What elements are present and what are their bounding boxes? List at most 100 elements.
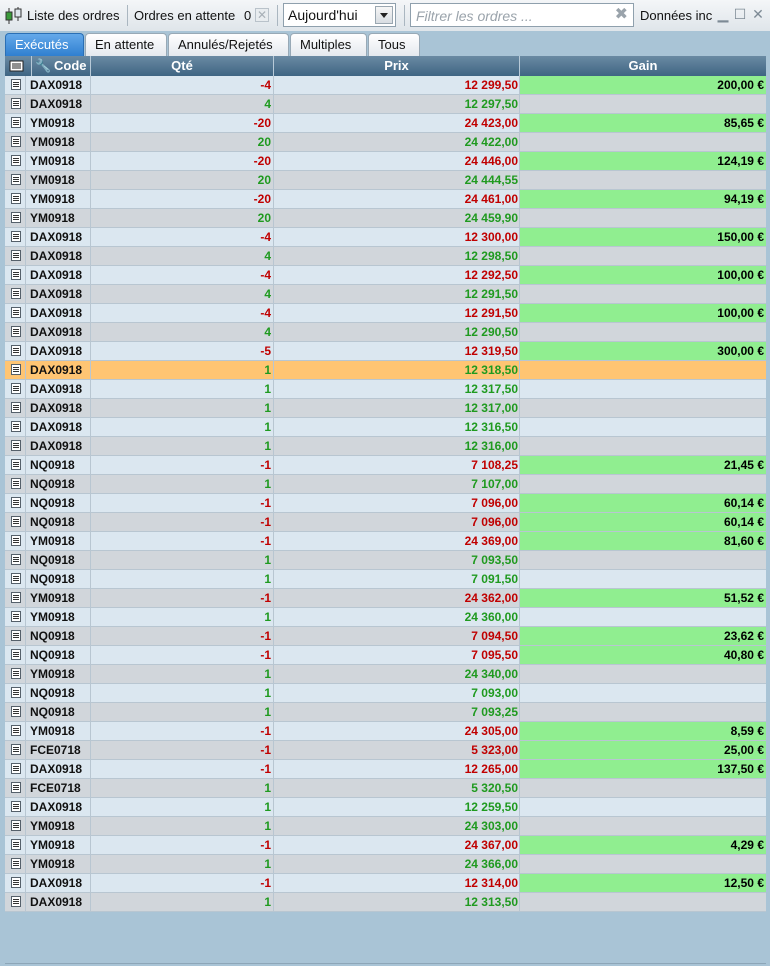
order-details-icon[interactable]: [5, 760, 26, 778]
table-row[interactable]: DAX0918 1 12 318,50: [5, 361, 766, 380]
order-details-icon[interactable]: [5, 114, 26, 132]
order-details-icon[interactable]: [5, 494, 26, 512]
date-filter-select[interactable]: Aujourd'hui: [283, 3, 396, 27]
table-row[interactable]: YM0918 -20 24 461,00 94,19 €: [5, 190, 766, 209]
table-row[interactable]: YM0918 -1 24 305,00 8,59 €: [5, 722, 766, 741]
table-row[interactable]: DAX0918 1 12 317,00: [5, 399, 766, 418]
order-details-icon[interactable]: [5, 551, 26, 569]
cancel-pending-icon[interactable]: ✕: [255, 8, 269, 22]
table-row[interactable]: NQ0918 -1 7 095,50 40,80 €: [5, 646, 766, 665]
column-header-code[interactable]: 🔧 Code: [32, 56, 91, 76]
order-details-icon[interactable]: [5, 893, 26, 911]
table-row[interactable]: YM0918 -20 24 423,00 85,65 €: [5, 114, 766, 133]
table-row[interactable]: DAX0918 -1 12 314,00 12,50 €: [5, 874, 766, 893]
table-row[interactable]: NQ0918 1 7 093,25: [5, 703, 766, 722]
close-icon[interactable]: ✕: [751, 7, 765, 21]
clear-icon[interactable]: ✖: [615, 5, 628, 25]
order-details-icon[interactable]: [5, 475, 26, 493]
table-row[interactable]: NQ0918 -1 7 096,00 60,14 €: [5, 494, 766, 513]
order-details-icon[interactable]: [5, 247, 26, 265]
tab-all[interactable]: Tous: [368, 33, 420, 56]
column-header-gain[interactable]: Gain: [520, 56, 766, 76]
order-details-icon[interactable]: [5, 190, 26, 208]
table-row[interactable]: NQ0918 -1 7 108,25 21,45 €: [5, 456, 766, 475]
order-details-icon[interactable]: [5, 684, 26, 702]
order-details-icon[interactable]: [5, 570, 26, 588]
chevron-down-icon[interactable]: [375, 6, 393, 24]
table-row[interactable]: DAX0918 4 12 297,50: [5, 95, 766, 114]
table-row[interactable]: NQ0918 1 7 093,00: [5, 684, 766, 703]
order-details-icon[interactable]: [5, 665, 26, 683]
table-row[interactable]: YM0918 -20 24 446,00 124,19 €: [5, 152, 766, 171]
table-row[interactable]: YM0918 1 24 340,00: [5, 665, 766, 684]
order-filter-box[interactable]: ✖: [410, 3, 634, 27]
table-row[interactable]: NQ0918 -1 7 094,50 23,62 €: [5, 627, 766, 646]
table-row[interactable]: DAX0918 4 12 298,50: [5, 247, 766, 266]
order-details-icon[interactable]: [5, 874, 26, 892]
table-row[interactable]: DAX0918 1 12 259,50: [5, 798, 766, 817]
table-row[interactable]: YM0918 1 24 303,00: [5, 817, 766, 836]
order-details-icon[interactable]: [5, 133, 26, 151]
table-row[interactable]: DAX0918 -4 12 299,50 200,00 €: [5, 76, 766, 95]
table-row[interactable]: DAX0918 -4 12 300,00 150,00 €: [5, 228, 766, 247]
order-details-icon[interactable]: [5, 532, 26, 550]
table-row[interactable]: DAX0918 1 12 316,50: [5, 418, 766, 437]
columns-menu-icon[interactable]: [5, 56, 32, 76]
order-details-icon[interactable]: [5, 418, 26, 436]
order-details-icon[interactable]: [5, 456, 26, 474]
order-filter-input[interactable]: [414, 5, 613, 27]
table-row[interactable]: YM0918 -1 24 369,00 81,60 €: [5, 532, 766, 551]
order-details-icon[interactable]: [5, 152, 26, 170]
order-details-icon[interactable]: [5, 304, 26, 322]
table-row[interactable]: YM0918 1 24 360,00: [5, 608, 766, 627]
order-details-icon[interactable]: [5, 342, 26, 360]
order-details-icon[interactable]: [5, 209, 26, 227]
table-row[interactable]: NQ0918 1 7 091,50: [5, 570, 766, 589]
order-details-icon[interactable]: [5, 722, 26, 740]
table-row[interactable]: YM0918 -1 24 367,00 4,29 €: [5, 836, 766, 855]
order-details-icon[interactable]: [5, 228, 26, 246]
table-row[interactable]: FCE0718 -1 5 323,00 25,00 €: [5, 741, 766, 760]
table-row[interactable]: DAX0918 1 12 313,50: [5, 893, 766, 912]
table-row[interactable]: YM0918 1 24 366,00: [5, 855, 766, 874]
order-details-icon[interactable]: [5, 171, 26, 189]
order-details-icon[interactable]: [5, 817, 26, 835]
order-details-icon[interactable]: [5, 76, 26, 94]
order-details-icon[interactable]: [5, 323, 26, 341]
table-row[interactable]: NQ0918 -1 7 096,00 60,14 €: [5, 513, 766, 532]
maximize-icon[interactable]: ☐: [733, 7, 747, 21]
tab-executed[interactable]: Exécutés: [5, 33, 84, 56]
table-row[interactable]: YM0918 20 24 459,90: [5, 209, 766, 228]
table-row[interactable]: DAX0918 1 12 316,00: [5, 437, 766, 456]
order-details-icon[interactable]: [5, 437, 26, 455]
tab-multiple[interactable]: Multiples: [290, 33, 367, 56]
order-details-icon[interactable]: [5, 285, 26, 303]
table-row[interactable]: DAX0918 -4 12 292,50 100,00 €: [5, 266, 766, 285]
table-row[interactable]: DAX0918 4 12 290,50: [5, 323, 766, 342]
table-row[interactable]: YM0918 -1 24 362,00 51,52 €: [5, 589, 766, 608]
column-header-price[interactable]: Prix: [274, 56, 520, 76]
order-details-icon[interactable]: [5, 399, 26, 417]
table-row[interactable]: DAX0918 -5 12 319,50 300,00 €: [5, 342, 766, 361]
order-details-icon[interactable]: [5, 380, 26, 398]
order-details-icon[interactable]: [5, 361, 26, 379]
table-row[interactable]: NQ0918 1 7 093,50: [5, 551, 766, 570]
table-row[interactable]: FCE0718 1 5 320,50: [5, 779, 766, 798]
order-details-icon[interactable]: [5, 608, 26, 626]
order-details-icon[interactable]: [5, 589, 26, 607]
order-details-icon[interactable]: [5, 646, 26, 664]
order-details-icon[interactable]: [5, 703, 26, 721]
tab-pending[interactable]: En attente: [85, 33, 167, 56]
column-header-qty[interactable]: Qté: [91, 56, 274, 76]
table-row[interactable]: DAX0918 -4 12 291,50 100,00 €: [5, 304, 766, 323]
order-details-icon[interactable]: [5, 855, 26, 873]
tab-cancelled-rejected[interactable]: Annulés/Rejetés: [168, 33, 289, 56]
table-row[interactable]: DAX0918 -1 12 265,00 137,50 €: [5, 760, 766, 779]
table-row[interactable]: YM0918 20 24 422,00: [5, 133, 766, 152]
minimize-icon[interactable]: ▁: [716, 7, 730, 21]
table-row[interactable]: NQ0918 1 7 107,00: [5, 475, 766, 494]
order-details-icon[interactable]: [5, 798, 26, 816]
table-row[interactable]: YM0918 20 24 444,55: [5, 171, 766, 190]
order-details-icon[interactable]: [5, 779, 26, 797]
order-details-icon[interactable]: [5, 513, 26, 531]
